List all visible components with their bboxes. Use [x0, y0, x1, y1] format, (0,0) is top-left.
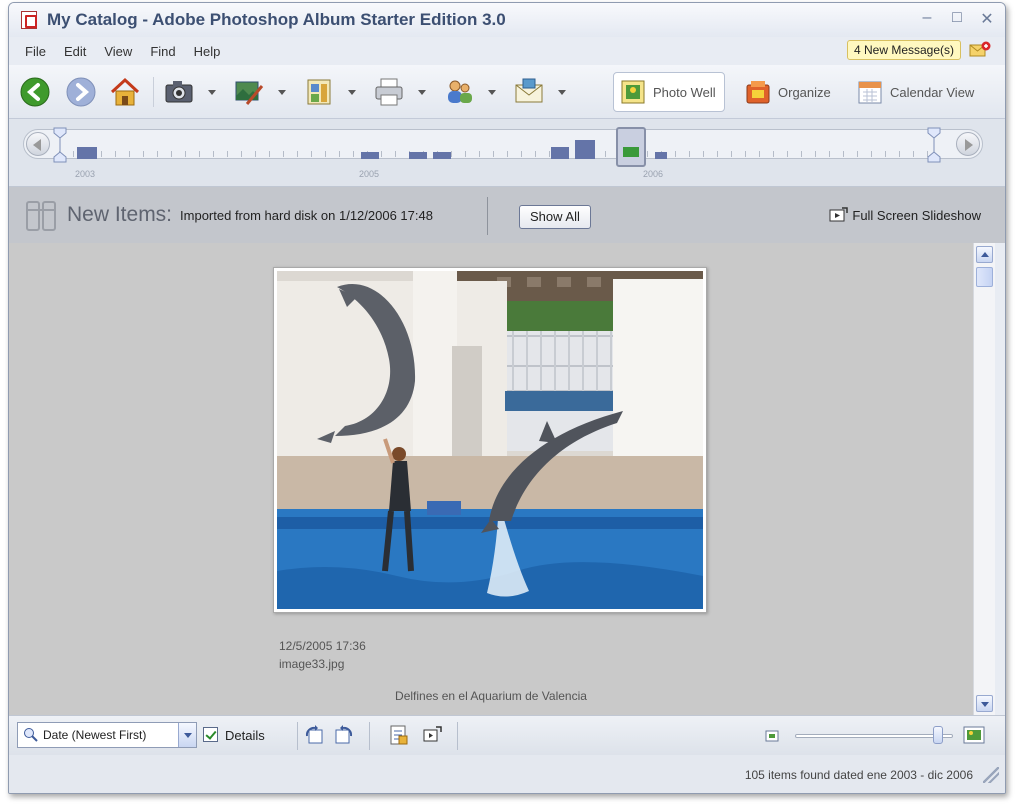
toolbar-separator: [153, 77, 154, 107]
photo-thumbnail[interactable]: [273, 267, 707, 613]
camera-icon[interactable]: [163, 76, 195, 108]
full-screen-slideshow-button[interactable]: Full Screen Slideshow: [828, 207, 981, 223]
share-dropdown-arrow[interactable]: [488, 90, 496, 95]
details-checkbox[interactable]: [203, 727, 218, 742]
camera-dropdown-arrow[interactable]: [208, 90, 216, 95]
menu-view[interactable]: View: [104, 44, 132, 59]
create-icon[interactable]: [303, 76, 335, 108]
items-header: New Items: Imported from hard disk on 1/…: [9, 187, 1005, 243]
sort-icon: [24, 728, 38, 742]
timeline-year-label: 2003: [75, 169, 96, 179]
photo-well-icon: [621, 80, 645, 104]
calendar-view-button[interactable]: Calendar View: [851, 72, 982, 112]
scroll-thumb[interactable]: [976, 267, 993, 287]
timeline-current-marker[interactable]: [616, 127, 646, 167]
email-icon[interactable]: [513, 76, 545, 108]
dolphin-photo: [277, 271, 703, 609]
new-items-icon: [26, 201, 56, 231]
share-icon[interactable]: [443, 76, 475, 108]
photo-well-label: Photo Well: [653, 84, 716, 100]
menu-edit[interactable]: Edit: [64, 44, 86, 59]
calendar-icon: [858, 81, 882, 104]
menu-help[interactable]: Help: [194, 44, 221, 59]
sort-order-value: Date (Newest First): [43, 728, 147, 742]
vertical-scrollbar[interactable]: [973, 243, 995, 715]
menu-file[interactable]: File: [25, 44, 46, 59]
organize-label: Organize: [778, 84, 831, 100]
resize-grip[interactable]: [983, 767, 999, 783]
edit-dropdown-arrow[interactable]: [278, 90, 286, 95]
menu-find[interactable]: Find: [150, 44, 175, 59]
photo-caption: Delfines en el Aquarium de Valencia: [395, 689, 587, 703]
zoom-in-icon[interactable]: [963, 724, 985, 746]
status-bar: 105 items found dated ene 2003 - dic 200…: [9, 755, 1005, 793]
app-icon: [21, 11, 37, 29]
scroll-up-button[interactable]: [976, 246, 993, 263]
edit-photo-icon[interactable]: [233, 76, 265, 108]
timeline: 2003 2005 2006: [9, 119, 1005, 187]
toolbar-separator: [369, 722, 370, 750]
rotate-right-icon[interactable]: [333, 724, 355, 746]
timeline-bar[interactable]: [361, 152, 379, 159]
email-dropdown-arrow[interactable]: [558, 90, 566, 95]
rotate-left-icon[interactable]: [303, 724, 325, 746]
sort-order-select[interactable]: Date (Newest First): [17, 722, 197, 748]
print-icon[interactable]: [373, 76, 405, 108]
calendar-view-label: Calendar View: [890, 84, 975, 100]
timeline-bar[interactable]: [655, 152, 667, 159]
thumbnail-size-slider[interactable]: [795, 734, 953, 738]
timeline-bar[interactable]: [433, 152, 451, 159]
organize-button[interactable]: Organize: [739, 72, 839, 112]
print-dropdown-arrow[interactable]: [418, 90, 426, 95]
photo-well: 12/5/2005 17:36 image33.jpg Delfines en …: [9, 243, 973, 715]
main-toolbar: Photo Well Organize Calendar View: [9, 65, 1005, 119]
timeline-year-label: 2006: [643, 169, 664, 179]
mail-alert-icon[interactable]: [969, 41, 991, 59]
timeline-end-handle[interactable]: [927, 127, 941, 163]
timeline-ticks: [59, 151, 939, 157]
timeline-bar[interactable]: [551, 147, 569, 159]
create-dropdown-arrow[interactable]: [348, 90, 356, 95]
items-title: New Items:: [67, 203, 173, 226]
minimize-button[interactable]: –: [919, 9, 935, 29]
photo-filename: image33.jpg: [279, 657, 345, 671]
items-subtitle: Imported from hard disk on 1/12/2006 17:…: [180, 207, 433, 223]
forward-icon[interactable]: [65, 76, 97, 108]
scroll-down-button[interactable]: [976, 695, 993, 712]
home-icon[interactable]: [109, 76, 141, 108]
maximize-button[interactable]: □: [949, 9, 965, 29]
header-separator: [487, 197, 488, 235]
status-text: 105 items found dated ene 2003 - dic 200…: [744, 768, 973, 782]
toolbar-separator: [457, 722, 458, 750]
properties-icon[interactable]: [387, 724, 409, 746]
details-label: Details: [225, 728, 265, 743]
bottom-toolbar: Date (Newest First) Details: [9, 715, 1005, 755]
thumbnail-size-slider-thumb[interactable]: [933, 726, 943, 744]
photo-date: 12/5/2005 17:36: [279, 639, 366, 653]
window-title: My Catalog - Adobe Photoshop Album Start…: [47, 10, 506, 29]
slideshow-icon: [829, 207, 849, 222]
close-button[interactable]: ✕: [979, 9, 995, 29]
timeline-bar[interactable]: [575, 140, 595, 159]
title-bar: My Catalog - Adobe Photoshop Album Start…: [9, 3, 1005, 37]
chevron-down-icon[interactable]: [178, 723, 196, 747]
timeline-year-label: 2005: [359, 169, 380, 179]
back-icon[interactable]: [19, 76, 51, 108]
timeline-scroll-left-button[interactable]: [26, 132, 50, 156]
app-window: My Catalog - Adobe Photoshop Album Start…: [8, 2, 1006, 794]
toolbar-separator: [297, 722, 298, 750]
window-controls: – □ ✕: [919, 9, 995, 29]
slideshow-small-icon[interactable]: [421, 724, 443, 746]
organize-icon: [746, 81, 770, 104]
messages-badge[interactable]: 4 New Message(s): [846, 40, 961, 60]
zoom-out-icon[interactable]: [765, 729, 779, 743]
photo-well-button[interactable]: Photo Well: [613, 72, 725, 112]
full-screen-slideshow-label: Full Screen Slideshow: [852, 207, 981, 223]
timeline-start-handle[interactable]: [53, 127, 67, 163]
timeline-scroll-right-button[interactable]: [956, 132, 980, 156]
timeline-bar[interactable]: [77, 147, 97, 159]
timeline-bar[interactable]: [409, 152, 427, 159]
show-all-button[interactable]: Show All: [519, 205, 591, 229]
